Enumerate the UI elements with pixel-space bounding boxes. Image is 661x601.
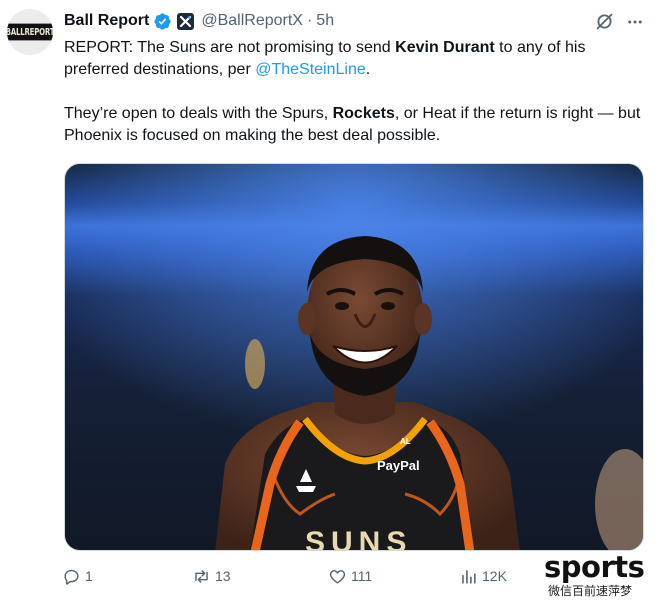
grok-icon[interactable] — [594, 11, 615, 32]
tweet-header: Ball Report @BallReportX · 5h — [64, 9, 334, 33]
text-segment: REPORT: The Suns are not promising to se… — [64, 39, 396, 56]
watermark-caption: 微信百前速萍梦 — [548, 584, 633, 598]
display-name[interactable]: Ball Report — [64, 12, 149, 30]
text-segment: . — [365, 61, 371, 78]
text-segment: They’re open to deals with the Spurs, — [64, 105, 333, 122]
timestamp[interactable]: 5h — [316, 12, 334, 30]
reply-count: 1 — [85, 568, 93, 584]
tweet-media-photo[interactable]: PayPal AL SUNS — [64, 163, 644, 551]
reply-icon — [64, 569, 79, 585]
repost-icon — [195, 569, 208, 583]
mention-link[interactable]: @TheSteinLine — [255, 61, 366, 78]
views-count: 12K — [482, 568, 507, 584]
bold-team-name: Rockets — [332, 105, 395, 122]
tweet-paragraph-1: REPORT: The Suns are not promising to se… — [64, 37, 654, 81]
like-icon — [329, 569, 346, 584]
like-button[interactable]: 111 — [328, 564, 372, 588]
jersey-text: SUNS — [305, 526, 412, 551]
player-photo: PayPal AL SUNS — [65, 164, 643, 551]
views-icon — [462, 569, 476, 584]
more-icon[interactable] — [626, 13, 644, 31]
separator-dot: · — [306, 12, 313, 29]
tweet-actions: 1 13 111 12K — [62, 564, 562, 588]
cross-logo-icon — [180, 15, 192, 27]
repost-button[interactable]: 13 — [192, 564, 231, 588]
bold-player-name: Kevin Durant — [395, 39, 495, 56]
views-button[interactable]: 12K — [459, 564, 507, 588]
reply-button[interactable]: 1 — [62, 564, 93, 588]
like-count: 111 — [351, 568, 373, 584]
jersey-tag: AL — [400, 437, 411, 446]
avatar[interactable]: BALLREPORT — [7, 9, 53, 55]
tweet-paragraph-2: They’re open to deals with the Spurs, Ro… — [64, 103, 654, 147]
watermark: sports 微信百前速萍梦 — [540, 550, 658, 598]
verified-icon — [154, 12, 171, 30]
affiliate-badge-icon[interactable] — [177, 12, 195, 30]
handle[interactable]: @BallReportX — [201, 12, 303, 30]
tweet-text: REPORT: The Suns are not promising to se… — [64, 37, 654, 147]
jersey-sponsor: PayPal — [377, 458, 420, 473]
blurred-light — [245, 339, 265, 389]
repost-count: 13 — [215, 568, 231, 584]
avatar-logo: BALLREPORT — [7, 23, 53, 41]
watermark-logo: sports — [544, 550, 645, 584]
